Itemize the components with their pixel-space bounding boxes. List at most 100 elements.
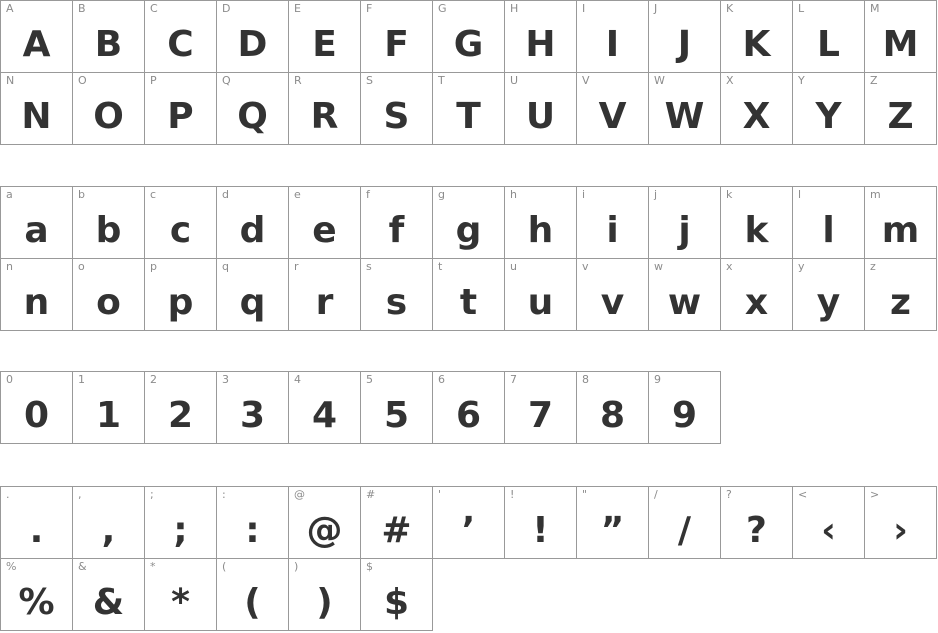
glyph-cell-label: ,	[78, 488, 82, 501]
glyph-cell[interactable]: "”	[577, 487, 649, 559]
glyph-cell[interactable]: @ @	[289, 487, 361, 559]
glyph-cell[interactable]: AA	[1, 1, 73, 73]
glyph-cell[interactable]: 00	[1, 372, 73, 444]
glyph-cell[interactable]: pp	[145, 259, 217, 331]
glyph-cell-label: T	[438, 74, 445, 87]
glyph-cell[interactable]: 44	[289, 372, 361, 444]
glyph-cell-label: N	[6, 74, 15, 87]
glyph-cell[interactable]: kk	[721, 187, 793, 259]
glyph-cell[interactable]: XX	[721, 73, 793, 145]
glyph-cell[interactable]: hh	[505, 187, 577, 259]
glyph-cell-label: 2	[150, 373, 157, 386]
glyph-cell[interactable]: jj	[649, 187, 721, 259]
glyph-cell-sample: 5	[383, 395, 410, 436]
glyph-cell[interactable]: EE	[289, 1, 361, 73]
glyph-cell[interactable]: QQ	[217, 73, 289, 145]
glyph-cell-sample: q	[239, 282, 266, 323]
glyph-cell[interactable]: yy	[793, 259, 865, 331]
glyph-cell[interactable]: vv	[577, 259, 649, 331]
glyph-cell[interactable]: VV	[577, 73, 649, 145]
glyph-cell[interactable]: cc	[145, 187, 217, 259]
glyph-cell[interactable]: JJ	[649, 1, 721, 73]
glyph-cell[interactable]: YY	[793, 73, 865, 145]
glyph-cell[interactable]: * *	[145, 559, 217, 631]
glyph-cell[interactable]: UU	[505, 73, 577, 145]
glyph-cell[interactable]: ))	[289, 559, 361, 631]
glyph-cell[interactable]: 55	[361, 372, 433, 444]
glyph-cell[interactable]: $ $	[361, 559, 433, 631]
glyph-cell[interactable]: ..	[1, 487, 73, 559]
glyph-cell[interactable]: ((	[217, 559, 289, 631]
glyph-cell-sample: u	[527, 282, 554, 323]
glyph-cell[interactable]: > ›	[865, 487, 937, 559]
glyph-cell[interactable]: DD	[217, 1, 289, 73]
glyph-cell[interactable]: ll	[793, 187, 865, 259]
glyph-cell[interactable]: aa	[1, 187, 73, 259]
glyph-cell[interactable]: 66	[433, 372, 505, 444]
glyph-cell[interactable]: CC	[145, 1, 217, 73]
glyph-cell[interactable]: bb	[73, 187, 145, 259]
glyph-cell[interactable]: MM	[865, 1, 937, 73]
glyph-cell[interactable]: < ‹	[793, 487, 865, 559]
glyph-cell[interactable]: rr	[289, 259, 361, 331]
glyph-cell[interactable]: FF	[361, 1, 433, 73]
glyph-cell[interactable]: ::	[217, 487, 289, 559]
glyph-cell[interactable]: NN	[1, 73, 73, 145]
glyph-cell[interactable]: 77	[505, 372, 577, 444]
glyph-cell[interactable]: zz	[865, 259, 937, 331]
glyph-cell[interactable]: ??	[721, 487, 793, 559]
glyph-cell[interactable]: # #	[361, 487, 433, 559]
glyph-cell-label: #	[366, 488, 376, 501]
glyph-cell[interactable]: uu	[505, 259, 577, 331]
glyph-cell[interactable]: LL	[793, 1, 865, 73]
glyph-cell[interactable]: & &	[73, 559, 145, 631]
glyph-cell[interactable]: mm	[865, 187, 937, 259]
glyph-cell[interactable]: ii	[577, 187, 649, 259]
glyph-cell[interactable]: xx	[721, 259, 793, 331]
glyph-row: NNOOPPQQRRSSTTUUVVWWXXYYZZ	[1, 73, 937, 145]
glyph-cell[interactable]: ss	[361, 259, 433, 331]
glyph-cell[interactable]: 11	[73, 372, 145, 444]
glyph-cell-label: I	[582, 2, 586, 15]
glyph-cell[interactable]: oo	[73, 259, 145, 331]
glyph-cell[interactable]: WW	[649, 73, 721, 145]
glyph-cell-label: H	[510, 2, 519, 15]
glyph-cell[interactable]: RR	[289, 73, 361, 145]
glyph-cell[interactable]: 88	[577, 372, 649, 444]
glyph-block-lowercase: aabbccddeeffgghhiijjkkllmm nnooppqqrrsstt…	[0, 186, 937, 331]
glyph-cell[interactable]: BB	[73, 1, 145, 73]
glyph-cell-label: 3	[222, 373, 229, 386]
glyph-cell[interactable]: ZZ	[865, 73, 937, 145]
glyph-cell-sample: p	[167, 282, 194, 323]
glyph-cell[interactable]: 33	[217, 372, 289, 444]
glyph-cell[interactable]: gg	[433, 187, 505, 259]
glyph-row: 00112233445566778899	[1, 372, 721, 444]
glyph-cell[interactable]: SS	[361, 73, 433, 145]
glyph-cell[interactable]: OO	[73, 73, 145, 145]
glyph-cell[interactable]: HH	[505, 1, 577, 73]
glyph-cell[interactable]: dd	[217, 187, 289, 259]
glyph-cell-sample: P	[167, 96, 194, 137]
glyph-cell[interactable]: ,,	[73, 487, 145, 559]
glyph-cell[interactable]: PP	[145, 73, 217, 145]
glyph-cell-label: V	[582, 74, 590, 87]
glyph-cell[interactable]: II	[577, 1, 649, 73]
glyph-cell[interactable]: !!	[505, 487, 577, 559]
glyph-cell[interactable]: TT	[433, 73, 505, 145]
glyph-cell[interactable]: tt	[433, 259, 505, 331]
glyph-cell[interactable]: ee	[289, 187, 361, 259]
glyph-cell-sample: c	[169, 210, 192, 251]
glyph-cell[interactable]: KK	[721, 1, 793, 73]
glyph-cell[interactable]: 99	[649, 372, 721, 444]
glyph-cell[interactable]: ff	[361, 187, 433, 259]
glyph-cell-label: s	[366, 260, 372, 273]
glyph-cell[interactable]: nn	[1, 259, 73, 331]
glyph-cell[interactable]: ;;	[145, 487, 217, 559]
glyph-cell[interactable]: %%	[1, 559, 73, 631]
glyph-cell[interactable]: '’	[433, 487, 505, 559]
glyph-cell[interactable]: ww	[649, 259, 721, 331]
glyph-cell[interactable]: / /	[649, 487, 721, 559]
glyph-cell[interactable]: GG	[433, 1, 505, 73]
glyph-cell[interactable]: qq	[217, 259, 289, 331]
glyph-cell[interactable]: 22	[145, 372, 217, 444]
